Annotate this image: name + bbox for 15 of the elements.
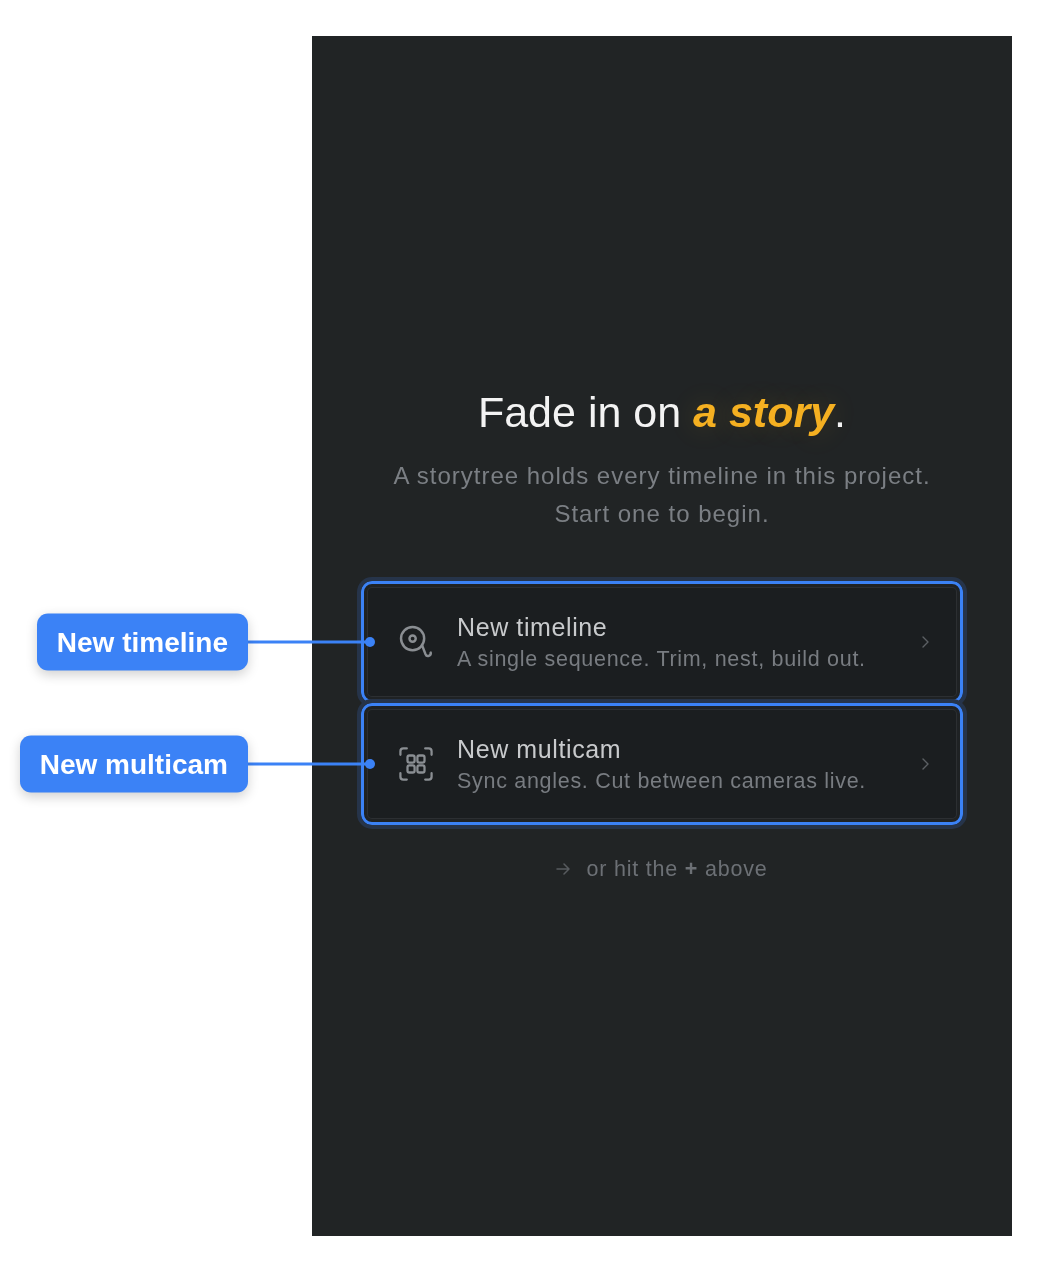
- scan-grid-icon: [399, 747, 433, 781]
- callout-label: New timeline: [36, 613, 248, 671]
- option-title: New multicam: [457, 733, 623, 764]
- option-description: A single sequence. Trim, nest, build out.: [457, 645, 867, 673]
- option-description: Sync angles. Cut between cameras live.: [457, 767, 867, 795]
- heading: Fade in on a story.: [477, 387, 847, 437]
- option-card[interactable]: New multicam Sync angles. Cut between cameras live.: [357, 699, 967, 829]
- callout-label: New multicam: [19, 735, 248, 793]
- chevron-icon: [922, 758, 929, 770]
- reel-icon: [399, 625, 433, 659]
- subtitle: A storytree holds every timeline in this project. Start one to begin.: [392, 461, 932, 529]
- chevron-icon: [922, 636, 929, 648]
- option-title: New timeline: [457, 611, 609, 642]
- hint-text: or hit the + above: [586, 857, 768, 881]
- arrow-right-icon: [556, 863, 571, 875]
